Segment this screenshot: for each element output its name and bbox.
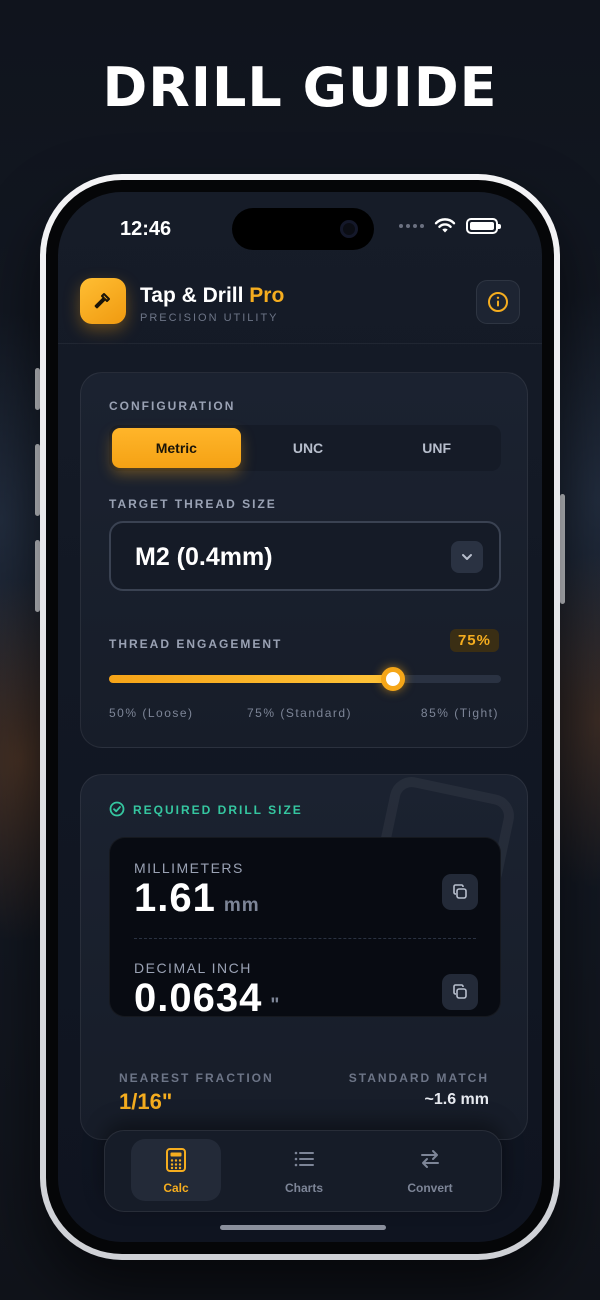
status-time: 12:46 (120, 218, 172, 240)
unit-system-selector: Metric UNC UNF (109, 425, 501, 471)
tab-charts[interactable]: Charts (259, 1139, 349, 1201)
required-drill-label: REQUIRED DRILL SIZE (133, 803, 303, 817)
engagement-badge: 75% (449, 629, 499, 652)
swap-arrows-icon (421, 1150, 439, 1168)
fraction-label: NEAREST FRACTION (119, 1071, 274, 1085)
tick-tight: 85% (Tight) (420, 706, 499, 720)
mm-value: 1.61 (134, 876, 216, 920)
inch-label: DECIMAL INCH (134, 960, 252, 976)
app-title: Tap & Drill Pro (140, 284, 284, 308)
check-circle-icon (109, 801, 125, 817)
fraction-value: 1/16" (119, 1089, 173, 1114)
slider-track-filled[interactable] (109, 675, 399, 683)
battery-icon (466, 218, 501, 234)
copy-icon (453, 984, 467, 999)
calculator-icon (166, 1148, 186, 1172)
promo-title: DRILL GUIDE (102, 56, 498, 119)
result-divider (134, 938, 476, 939)
result-values-panel: MILLIMETERS 1.61 mm DECIMAL INCH 0.0634 " (109, 837, 501, 1020)
thread-size-value: M2 (0.4mm) (135, 543, 273, 571)
inch-value: 0.0634 (134, 976, 263, 1020)
phone-frame: 12:46 Tap & Drill Pro PRECISION UTILITY … (40, 174, 560, 1260)
thread-size-dropdown[interactable]: M2 (0.4mm) (109, 521, 501, 591)
app-screen: 12:46 Tap & Drill Pro PRECISION UTILITY … (58, 192, 542, 1242)
tab-calc[interactable]: Calc (131, 1139, 221, 1201)
copy-icon (453, 884, 467, 899)
inch-unit: " (270, 995, 281, 1016)
tab-calc-label: Calc (163, 1181, 189, 1195)
tab-convert-label: Convert (407, 1181, 453, 1195)
app-logo (80, 278, 126, 324)
wifi-icon (434, 218, 456, 233)
copy-inch-button[interactable] (442, 974, 478, 1010)
thread-size-label: TARGET THREAD SIZE (109, 497, 277, 511)
home-indicator (220, 1225, 386, 1230)
signal-icon (399, 224, 424, 228)
standard-value: ~1.6 mm (424, 1091, 489, 1108)
info-icon (488, 292, 508, 312)
segment-unf[interactable]: UNF (372, 425, 501, 471)
dynamic-island (232, 208, 374, 250)
tab-charts-label: Charts (284, 1181, 323, 1195)
chevron-down-icon (462, 554, 472, 560)
tick-standard: 75% (Standard) (247, 706, 353, 720)
inch-value-row: 0.0634 " (134, 976, 280, 1021)
mm-value-row: 1.61 mm (134, 876, 260, 921)
tick-loose: 50% (Loose) (109, 706, 194, 720)
configuration-card: CONFIGURATION Metric UNC UNF TARGET THRE… (80, 372, 528, 748)
power-button (560, 494, 565, 604)
tab-bar: Calc Charts Convert (104, 1130, 502, 1212)
result-card: REQUIRED DRILL SIZE MILLIMETERS 1.61 mm D… (80, 774, 528, 1140)
slider-track-empty[interactable] (399, 675, 501, 683)
copy-mm-button[interactable] (442, 874, 478, 910)
status-icons (399, 218, 501, 234)
list-icon (294, 1151, 314, 1167)
phone-bezel: 12:46 Tap & Drill Pro PRECISION UTILITY … (46, 180, 554, 1254)
app-name-accent: Pro (249, 284, 285, 307)
tab-convert[interactable]: Convert (385, 1139, 475, 1201)
configuration-label: CONFIGURATION (109, 399, 236, 413)
app-name: Tap & Drill (140, 284, 244, 307)
segment-metric[interactable]: Metric (112, 428, 241, 468)
dropdown-toggle[interactable] (451, 541, 483, 573)
mm-label: MILLIMETERS (134, 860, 244, 876)
standard-label: STANDARD MATCH (348, 1071, 489, 1085)
app-subtitle: PRECISION UTILITY (140, 312, 279, 324)
segment-unc[interactable]: UNC (244, 425, 373, 471)
slider-thumb[interactable] (381, 667, 405, 691)
hammer-icon (94, 293, 110, 309)
camera-icon (340, 220, 358, 238)
engagement-label: THREAD ENGAGEMENT (109, 637, 283, 651)
mm-unit: mm (223, 895, 260, 916)
info-button[interactable] (476, 280, 520, 324)
app-header: Tap & Drill Pro PRECISION UTILITY (58, 272, 542, 344)
